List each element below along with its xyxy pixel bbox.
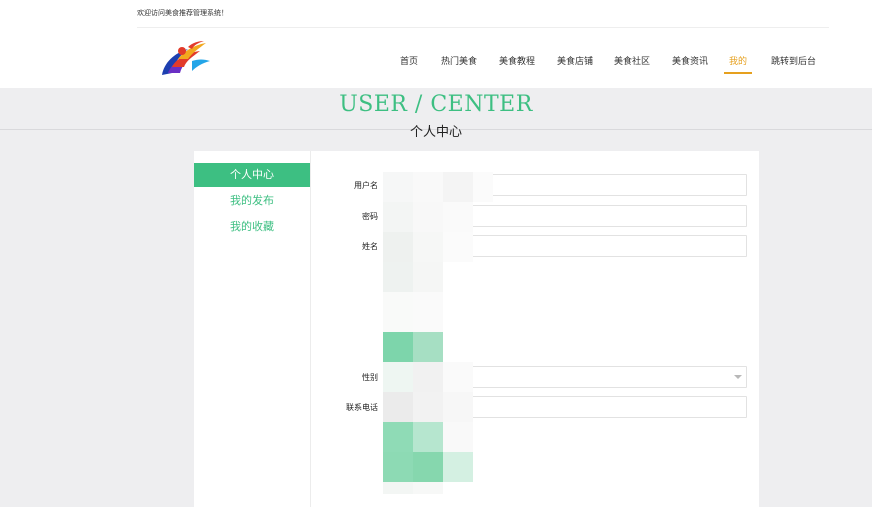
main-nav: 首页 热门美食 美食教程 美食店铺 美食社区 美食资讯 我的 跳转到后台 [0, 56, 872, 76]
password-label: 密码 [362, 212, 378, 221]
nav-hot-food[interactable]: 热门美食 [441, 56, 477, 74]
page-title-en: USER / CENTER [339, 92, 533, 117]
sidebar-item-profile[interactable]: 个人中心 [194, 163, 310, 187]
nav-mine[interactable]: 我的 [724, 56, 752, 74]
welcome-text: 欢迎访问美食推荐管理系统！ [137, 9, 228, 17]
chevron-down-icon [734, 375, 742, 379]
nav-food-community[interactable]: 美食社区 [614, 56, 650, 74]
gender-label: 性别 [362, 373, 378, 382]
name-label: 姓名 [362, 242, 378, 251]
nav-food-tutorial[interactable]: 美食教程 [499, 56, 535, 74]
sidebar-item-my-posts[interactable]: 我的发布 [194, 189, 310, 213]
user-center-panel: 个人中心 我的发布 我的收藏 用户名 密码 姓名 性别 联系电话 [194, 151, 759, 507]
header-divider [137, 27, 829, 28]
sidebar: 个人中心 我的发布 我的收藏 [194, 151, 311, 507]
page-title-cn: 个人中心 [409, 125, 462, 140]
username-label: 用户名 [354, 181, 378, 190]
avatar-mosaic [383, 172, 497, 496]
phone-label: 联系电话 [346, 403, 378, 412]
nav-home[interactable]: 首页 [400, 56, 418, 74]
nav-admin[interactable]: 跳转到后台 [771, 56, 816, 74]
nav-food-shops[interactable]: 美食店铺 [557, 56, 593, 74]
sidebar-item-favorites[interactable]: 我的收藏 [194, 215, 310, 239]
nav-food-news[interactable]: 美食资讯 [672, 56, 708, 74]
top-header: 欢迎访问美食推荐管理系统！ 首页 热门美食 美食教程 美食店铺 美食社区 美食资… [0, 0, 872, 88]
